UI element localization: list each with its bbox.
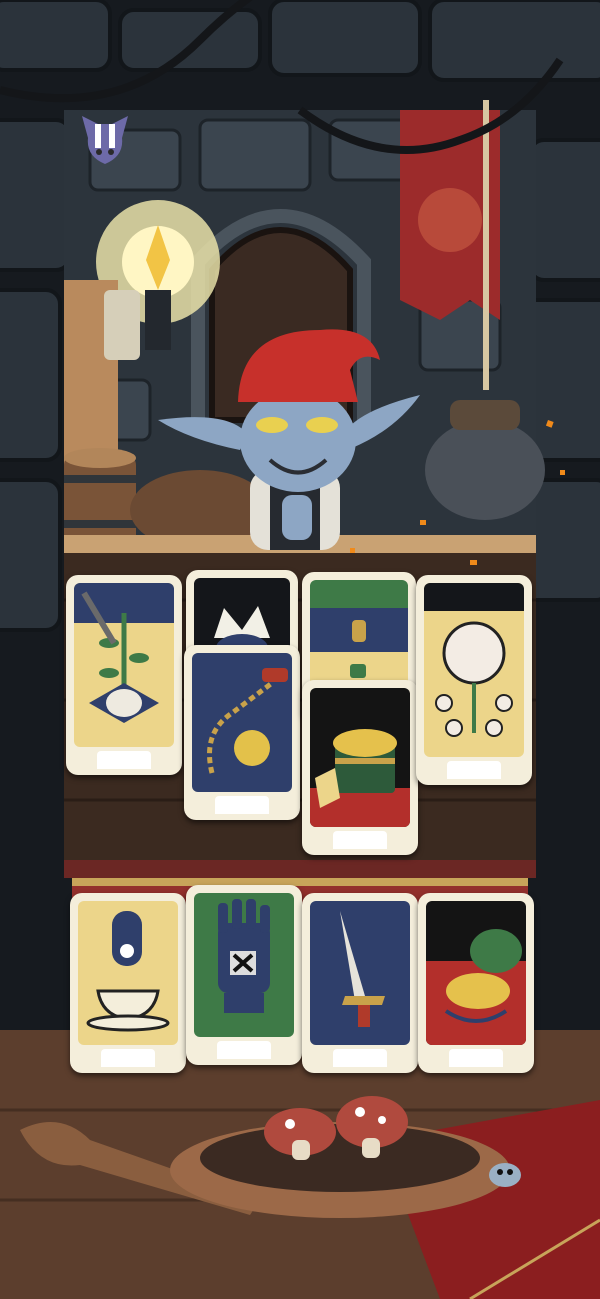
herb-card[interactable]: [66, 575, 182, 775]
dagger-card[interactable]: [302, 893, 418, 1073]
card-tab: [449, 1049, 503, 1067]
treasure-chest-icon: [310, 729, 410, 827]
flail-icon: [207, 668, 288, 774]
rose-card[interactable]: [416, 575, 532, 785]
rose-card-art: [424, 583, 524, 757]
rose-flower-icon: [424, 583, 524, 737]
card-tab: [97, 751, 151, 769]
flail-card-art: [192, 653, 292, 792]
potion-icon: [310, 608, 408, 694]
pause-button[interactable]: [78, 112, 132, 168]
dagger-card-art: [310, 901, 410, 1045]
card-tab: [333, 831, 387, 849]
herb-with-dagger-icon: [74, 583, 174, 723]
card-tab: [333, 1049, 387, 1067]
teacup-card[interactable]: [70, 893, 186, 1073]
pause-bat-icon: [82, 116, 128, 164]
gauntlet-card-art: [194, 893, 294, 1037]
dagger-icon: [340, 911, 385, 1027]
herb-card-art: [74, 583, 174, 747]
card-tab: [217, 1041, 271, 1059]
treasure-chest-card-art: [310, 688, 410, 827]
gold-sack-icon: [426, 929, 526, 1045]
card-tab: [101, 1049, 155, 1067]
gold-sack-card-art: [426, 901, 526, 1045]
potion-card-art: [310, 580, 408, 694]
teacup-card-art: [78, 901, 178, 1045]
gauntlet-card[interactable]: [186, 885, 302, 1065]
gauntlet-icon: [218, 899, 270, 1013]
gold-sack-card[interactable]: [418, 893, 534, 1073]
card-tab: [215, 796, 269, 814]
flail-card[interactable]: [184, 645, 300, 820]
teacup-icon: [86, 911, 170, 1032]
card-tab: [447, 761, 501, 779]
treasure-chest-card[interactable]: [302, 680, 418, 855]
